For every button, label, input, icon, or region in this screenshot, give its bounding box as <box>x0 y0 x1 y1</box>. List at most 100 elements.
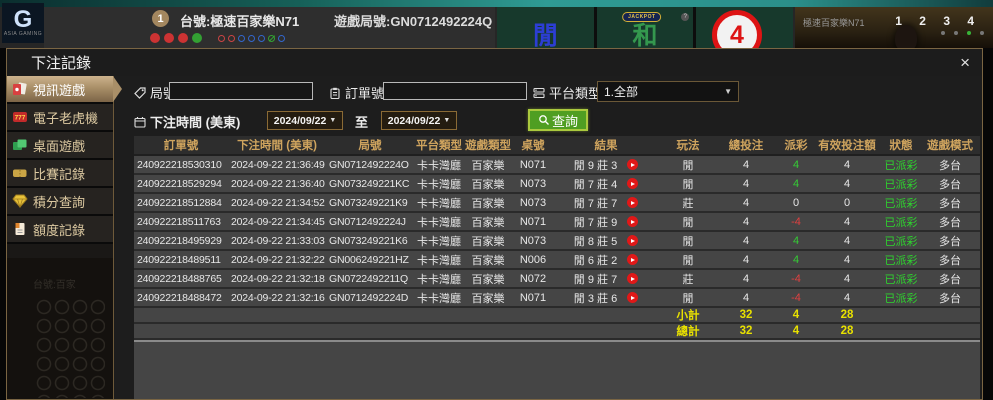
player-zone-label: 閒 <box>533 24 558 48</box>
cell-game_type: 百家樂 <box>464 195 512 211</box>
table-row: 2409222185303102024-09-22 21:36:49GN0712… <box>134 156 980 175</box>
subtotal-row-play: 小計 <box>658 307 718 323</box>
result-text: 閒 7 莊 9 <box>574 214 617 230</box>
order-filter-label: 訂單號 <box>329 83 384 102</box>
cell-platform: 卡卡灣廳 <box>414 271 464 287</box>
cell-time: 2024-09-22 21:36:40 <box>228 178 326 190</box>
date-to-picker[interactable]: 2024/09/22 ▼ <box>381 111 457 130</box>
table-row: 2409222185117632024-09-22 21:34:45GN0712… <box>134 213 980 232</box>
subtotal-row-valid_bet: 28 <box>818 309 876 321</box>
column-header: 局號 <box>326 137 414 153</box>
help-icon[interactable]: ? <box>681 13 689 21</box>
sidebar-item-label: 電子老虎機 <box>33 108 98 127</box>
replay-icon[interactable] <box>627 235 638 246</box>
ring-icon <box>218 35 225 42</box>
cell-play: 閒 <box>658 290 718 306</box>
document-icon <box>12 222 28 236</box>
bets-table: 訂單號下注時間 (美東)局號平台類型遊戲類型桌號結果玩法總投注派彩有效投注額狀態… <box>134 136 980 399</box>
ring-icon <box>258 35 265 42</box>
column-header: 訂單號 <box>134 137 228 153</box>
cell-status: 已派彩 <box>876 271 926 287</box>
cell-order: 240922218529294 <box>134 178 228 190</box>
table-header-row: 訂單號下注時間 (美東)局號平台類型遊戲類型桌號結果玩法總投注派彩有效投注額狀態… <box>134 136 980 156</box>
sidebar-item-quota-records[interactable]: 額度記錄 <box>7 216 113 244</box>
cell-status: 已派彩 <box>876 290 926 306</box>
cell-platform: 卡卡灣廳 <box>414 290 464 306</box>
cell-result: 閒 3 莊 6 <box>554 290 658 306</box>
cell-round: GN006249221HZ <box>326 254 414 266</box>
cell-game_type: 百家樂 <box>464 176 512 192</box>
chevron-down-icon: ▼ <box>724 87 732 96</box>
result-text: 閒 7 莊 4 <box>574 176 617 192</box>
table-row: 2409222185292942024-09-22 21:36:40GN0732… <box>134 175 980 194</box>
cell-play: 閒 <box>658 252 718 268</box>
cell-game_type: 百家樂 <box>464 252 512 268</box>
jackpot-badge: JACKPOT <box>622 12 661 22</box>
cell-result: 閒 9 莊 7 <box>554 271 658 287</box>
column-header: 下注時間 (美東) <box>228 137 326 153</box>
cell-game_type: 百家樂 <box>464 214 512 230</box>
svg-text:777: 777 <box>15 115 26 122</box>
modal-titlebar: 下注記錄 × <box>7 49 982 76</box>
table-row: 2409222184895112024-09-22 21:32:22GN0062… <box>134 251 980 270</box>
cell-result: 閒 6 莊 2 <box>554 252 658 268</box>
bet-zone-tie[interactable]: JACKPOT ? 和 <box>597 7 694 48</box>
table-row: 2409222185128842024-09-22 21:34:52GN0732… <box>134 194 980 213</box>
cell-table_no: N006 <box>512 254 554 266</box>
cell-time: 2024-09-22 21:32:22 <box>228 254 326 266</box>
cell-game_type: 百家樂 <box>464 233 512 249</box>
modal-title: 下注記錄 <box>31 52 91 73</box>
cell-mode: 多台 <box>926 290 974 306</box>
column-header: 總投注 <box>718 137 774 153</box>
close-icon[interactable]: × <box>960 53 970 73</box>
date-from-picker[interactable]: 2024/09/22 ▼ <box>267 111 343 130</box>
replay-icon[interactable] <box>627 254 638 265</box>
cell-result: 閒 7 莊 7 <box>554 195 658 211</box>
cell-payout: 0 <box>774 197 818 209</box>
column-header: 遊戲類型 <box>464 137 512 153</box>
platform-type-select[interactable]: 1.全部 ▼ <box>597 81 739 102</box>
replay-icon[interactable] <box>627 178 638 189</box>
order-number-input[interactable] <box>383 82 527 100</box>
search-button[interactable]: 查詢 <box>528 109 588 131</box>
ticket-icon <box>12 166 28 180</box>
cell-mode: 多台 <box>926 214 974 230</box>
clipboard-icon <box>329 87 341 99</box>
replay-icon[interactable] <box>627 159 638 170</box>
cell-game_type: 百家樂 <box>464 271 512 287</box>
ring-icon <box>278 35 285 42</box>
sidebar-item-label: 積分查詢 <box>33 192 85 211</box>
roadmap-rings <box>218 35 285 42</box>
round-number-input[interactable] <box>169 82 313 100</box>
replay-icon[interactable] <box>627 273 638 284</box>
cell-valid_bet: 4 <box>818 159 876 171</box>
dealer-video-thumbnail[interactable]: 極速百家樂N71 1 2 3 4 <box>795 7 993 48</box>
subtotal-row-payout: 4 <box>774 309 818 321</box>
cards-dice-icon <box>12 82 28 96</box>
bet-zone-player[interactable]: 閒 <box>497 7 594 48</box>
dealer-silhouette <box>895 25 917 48</box>
cell-time: 2024-09-22 21:34:45 <box>228 216 326 228</box>
replay-icon[interactable] <box>627 216 638 227</box>
ring-icon <box>228 35 235 42</box>
cell-result: 閒 8 莊 5 <box>554 233 658 249</box>
cell-table_no: N071 <box>512 159 554 171</box>
sidebar-item-table-games[interactable]: 桌面遊戲 <box>7 132 113 160</box>
subtotal-row: 小計32428 <box>134 308 980 324</box>
cell-mode: 多台 <box>926 271 974 287</box>
cell-total_bet: 4 <box>718 159 774 171</box>
table-row: 2409222184959292024-09-22 21:33:03GN0732… <box>134 232 980 251</box>
sidebar-item-points-query[interactable]: 積分查詢 <box>7 188 113 216</box>
table-row: 2409222184887652024-09-22 21:32:18GN0722… <box>134 270 980 289</box>
sidebar-item-slots[interactable]: 777 電子老虎機 <box>7 104 113 132</box>
sidebar-item-match-records[interactable]: 比賽記錄 <box>7 160 113 188</box>
cell-payout: 4 <box>774 159 818 171</box>
sidebar-item-video-games[interactable]: 視訊遊戲 <box>7 76 113 104</box>
table-bottom-separator <box>134 340 980 342</box>
cell-mode: 多台 <box>926 157 974 173</box>
replay-icon[interactable] <box>627 197 638 208</box>
bead-tie-icon <box>192 33 202 43</box>
replay-icon[interactable] <box>627 292 638 303</box>
result-text: 閒 8 莊 5 <box>574 233 617 249</box>
ghost-table-label: 台號:百家 <box>33 276 76 291</box>
